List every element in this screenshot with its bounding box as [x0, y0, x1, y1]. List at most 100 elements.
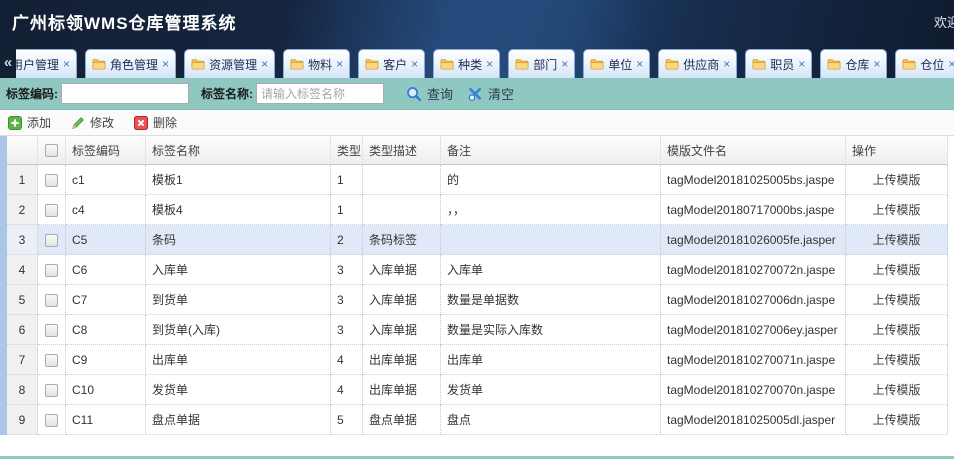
checkbox-cell	[38, 255, 66, 285]
row-number: 1	[7, 165, 38, 195]
tab-item-5[interactable]: 客户×	[358, 49, 425, 78]
table-row[interactable]: 1c1模板11的tagModel20181025005bs.jaspe上传模版	[7, 165, 948, 195]
app-window: 广州标领WMS仓库管理系统 欢迎 用户管理×角色管理×资源管理×物料×客户×种类…	[0, 0, 954, 460]
clear-icon	[467, 86, 483, 102]
row-checkbox[interactable]	[45, 294, 58, 307]
table-row[interactable]: 7C9出库单4出库单据出库单tagModel201810270071n.jasp…	[7, 345, 948, 375]
table-row[interactable]: 6C8到货单(入库)3入库单据数量是实际入库数tagModel201810270…	[7, 315, 948, 345]
tab-item-3[interactable]: 资源管理×	[184, 49, 275, 78]
cell-tag-code: C8	[66, 315, 146, 345]
row-checkbox[interactable]	[45, 354, 58, 367]
column-header-1[interactable]: 标签编码	[66, 136, 146, 165]
upload-template-link[interactable]: 上传模版	[872, 263, 920, 277]
tab-close-icon[interactable]: ×	[798, 58, 805, 70]
column-header-2[interactable]: 标签名称	[146, 136, 331, 165]
checkbox-cell	[38, 405, 66, 435]
crud-toolbar: 添加 修改 删除	[0, 110, 954, 136]
row-checkbox[interactable]	[45, 264, 58, 277]
tab-close-icon[interactable]: ×	[486, 58, 493, 70]
row-checkbox[interactable]	[45, 174, 58, 187]
query-button-label: 查询	[427, 84, 453, 103]
tab-scroll-left-button[interactable]: «	[0, 49, 16, 78]
upload-template-link[interactable]: 上传模版	[872, 323, 920, 337]
tab-close-icon[interactable]: ×	[723, 58, 730, 70]
upload-template-link[interactable]: 上传模版	[872, 383, 920, 397]
cell-type-desc: 入库单据	[363, 255, 441, 285]
folder-icon	[902, 58, 916, 70]
table-row[interactable]: 8C10发货单4出库单据发货单tagModel201810270070n.jas…	[7, 375, 948, 405]
cell-remark: 盘点	[441, 405, 661, 435]
action-cell: 上传模版	[846, 405, 948, 435]
tab-item-12[interactable]: 仓位×	[895, 49, 954, 78]
tab-item-9[interactable]: 供应商×	[658, 49, 737, 78]
tab-close-icon[interactable]: ×	[261, 58, 268, 70]
action-cell: 上传模版	[846, 195, 948, 225]
tab-label: 单位	[607, 56, 633, 73]
upload-template-link[interactable]: 上传模版	[872, 413, 920, 427]
search-panel: 标签编码: 标签名称: 查询 清空	[0, 78, 954, 110]
column-header-5[interactable]: 备注	[441, 136, 661, 165]
column-header-7[interactable]: 操作	[846, 136, 948, 165]
table-row[interactable]: 9C11盘点单据5盘点单据盘点tagModel20181025005dl.jas…	[7, 405, 948, 435]
upload-template-link[interactable]: 上传模版	[872, 293, 920, 307]
cell-type-desc: 入库单据	[363, 315, 441, 345]
folder-icon	[92, 58, 106, 70]
tab-close-icon[interactable]: ×	[63, 58, 70, 70]
table-row[interactable]: 5C7到货单3入库单据数量是单据数tagModel20181027006dn.j…	[7, 285, 948, 315]
cell-type-desc	[363, 195, 441, 225]
row-number: 3	[7, 225, 38, 255]
query-button[interactable]: 查询	[406, 84, 453, 103]
cell-tag-code: C5	[66, 225, 146, 255]
tab-close-icon[interactable]: ×	[636, 58, 643, 70]
left-panel-strip	[0, 136, 7, 435]
delete-button[interactable]: 删除	[134, 114, 177, 131]
add-icon	[8, 116, 22, 130]
tab-close-icon[interactable]: ×	[162, 58, 169, 70]
upload-template-link[interactable]: 上传模版	[872, 353, 920, 367]
add-button[interactable]: 添加	[8, 114, 51, 131]
table-row[interactable]: 4C6入库单3入库单据入库单tagModel201810270072n.jasp…	[7, 255, 948, 285]
cell-type: 5	[331, 405, 363, 435]
tag-code-input[interactable]	[61, 83, 189, 104]
action-cell: 上传模版	[846, 165, 948, 195]
tab-item-6[interactable]: 种类×	[433, 49, 500, 78]
tag-name-input[interactable]	[256, 83, 384, 104]
cell-file-name: tagModel20181026005fe.jasper	[661, 225, 846, 255]
tab-item-11[interactable]: 仓库×	[820, 49, 887, 78]
row-checkbox[interactable]	[45, 384, 58, 397]
tab-label: 仓库	[844, 56, 870, 73]
delete-button-label: 删除	[153, 114, 177, 131]
tab-close-icon[interactable]: ×	[336, 58, 343, 70]
folder-icon	[665, 58, 679, 70]
cell-file-name: tagModel20181027006dn.jaspe	[661, 285, 846, 315]
column-header-3[interactable]: 类型	[331, 136, 363, 165]
tab-item-8[interactable]: 单位×	[583, 49, 650, 78]
tab-close-icon[interactable]: ×	[411, 58, 418, 70]
upload-template-link[interactable]: 上传模版	[872, 173, 920, 187]
tab-close-icon[interactable]: ×	[948, 58, 954, 70]
row-checkbox[interactable]	[45, 414, 58, 427]
cell-tag-name: 盘点单据	[146, 405, 331, 435]
clear-button[interactable]: 清空	[467, 84, 514, 103]
folder-icon	[827, 58, 841, 70]
tab-item-7[interactable]: 部门×	[508, 49, 575, 78]
row-checkbox[interactable]	[45, 234, 58, 247]
edit-button[interactable]: 修改	[71, 114, 114, 131]
table-row[interactable]: 2c4模板41，，tagModel20180717000bs.jaspe上传模版	[7, 195, 948, 225]
upload-template-link[interactable]: 上传模版	[872, 203, 920, 217]
select-all-checkbox[interactable]	[45, 144, 58, 157]
checkbox-cell	[38, 315, 66, 345]
tab-close-icon[interactable]: ×	[873, 58, 880, 70]
checkbox-cell	[38, 375, 66, 405]
table-row[interactable]: 3C5条码2条码标签tagModel20181026005fe.jasper上传…	[7, 225, 948, 255]
column-header-6[interactable]: 模版文件名	[661, 136, 846, 165]
tab-close-icon[interactable]: ×	[561, 58, 568, 70]
tab-item-10[interactable]: 职员×	[745, 49, 812, 78]
row-checkbox[interactable]	[45, 324, 58, 337]
row-checkbox[interactable]	[45, 204, 58, 217]
tab-label: 用户管理	[10, 56, 60, 73]
tab-item-2[interactable]: 角色管理×	[85, 49, 176, 78]
upload-template-link[interactable]: 上传模版	[872, 233, 920, 247]
tab-item-4[interactable]: 物料×	[283, 49, 350, 78]
column-header-4[interactable]: 类型描述	[363, 136, 441, 165]
